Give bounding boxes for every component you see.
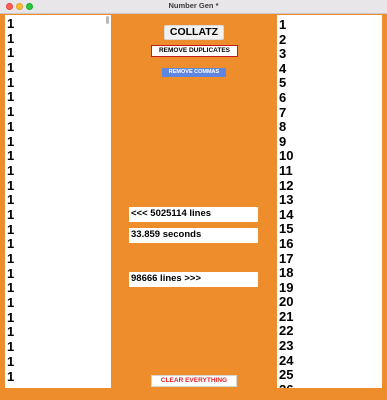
list-line: 3 [279, 46, 287, 62]
list-line: 1 [7, 324, 15, 340]
list-line: 1 [7, 30, 15, 46]
clear-everything-button[interactable]: CLEAR EVERYTHING [151, 375, 237, 387]
list-line: 1 [7, 60, 15, 76]
list-line: 1 [279, 17, 287, 32]
elapsed-seconds: 33.859 seconds [129, 228, 258, 243]
list-line: 1 [7, 16, 15, 31]
list-line: 12 [279, 177, 294, 193]
output-number-list[interactable]: 1 2 3 4 5 6 7 8 9 10 11 12 13 14 15 16 17 18 19 20 21 22 23 24 2… [277, 15, 382, 388]
list-line: 7 [279, 104, 287, 120]
list-line: 13 [279, 192, 294, 208]
list-line: 11 [279, 162, 293, 178]
list-line: 1 [7, 295, 15, 311]
title-bar: Number Gen * [0, 0, 387, 14]
list-line: 22 [279, 323, 294, 339]
list-line: 1 [7, 353, 15, 369]
list-line: 2 [279, 31, 287, 47]
list-line: 21 [279, 308, 294, 324]
list-line: 1 [7, 309, 15, 325]
list-line: 4 [279, 60, 287, 76]
list-line: 1 [7, 89, 15, 105]
list-line: 14 [279, 206, 294, 222]
list-line: 1 [7, 192, 15, 208]
remove-commas-button[interactable]: REMOVE COMMAS [162, 68, 226, 77]
list-line: 1 [7, 206, 15, 222]
input-list-lines: 1111111111111111111111111 [5, 15, 111, 384]
list-line: 6 [279, 89, 287, 105]
list-line: 5 [279, 75, 287, 91]
list-line: 9 [279, 133, 287, 149]
list-line: 8 [279, 119, 287, 135]
list-line: 1 [7, 265, 15, 281]
list-line: 1 [7, 280, 15, 296]
input-number-list[interactable]: 1111111111111111111111111 [5, 15, 111, 388]
list-line: 10 [279, 148, 294, 164]
list-line: 1 [7, 133, 15, 149]
list-line: 1 [7, 236, 15, 252]
list-line: 1 [7, 118, 15, 134]
list-line: 23 [279, 338, 294, 354]
list-line: 1 [7, 251, 15, 266]
list-line: 15 [279, 221, 294, 237]
list-line: 24 [279, 352, 294, 368]
remove-duplicates-button[interactable]: REMOVE DUPLICATES [151, 45, 238, 57]
list-line: 25 [279, 367, 294, 383]
output-line-count: 98666 lines >>> [129, 272, 258, 287]
list-line: 1 [7, 74, 15, 90]
list-line: 17 [279, 250, 294, 266]
bottom-margin [0, 388, 387, 400]
collatz-button[interactable]: COLLATZ [164, 25, 224, 40]
list-line: 1 [7, 104, 15, 120]
input-line-count: <<< 5025114 lines [129, 207, 258, 222]
list-line: 19 [279, 279, 294, 295]
list-line: 18 [279, 265, 294, 281]
app-window: Number Gen * 1111111111111111111111111 C… [0, 0, 387, 400]
window-title: Number Gen * [168, 1, 219, 10]
input-list-scrollbar[interactable] [106, 16, 109, 24]
list-line: 1 [7, 339, 15, 355]
list-line: 1 [7, 148, 15, 164]
list-line: 20 [279, 294, 294, 310]
list-line: 1 [7, 221, 15, 237]
list-line: 1 [7, 177, 15, 193]
output-list-lines: 1 2 3 4 5 6 7 8 9 10 11 12 13 14 15 16 17 18 19 20 21 22 23 24 2… [277, 15, 382, 388]
list-line: 1 [7, 368, 15, 384]
list-line: 16 [279, 235, 294, 251]
list-line: 1 [7, 45, 15, 61]
list-line: 1 [7, 162, 15, 178]
